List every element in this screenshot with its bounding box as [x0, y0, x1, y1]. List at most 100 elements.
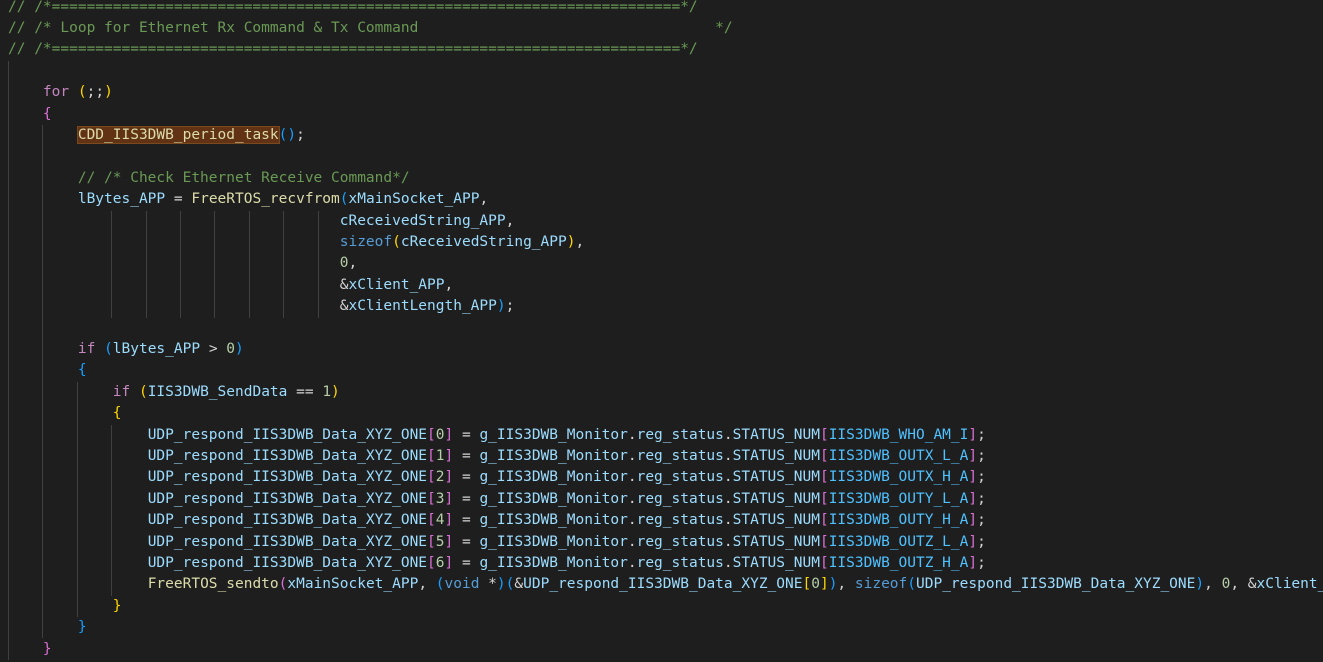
code-token: IIS3DWB_OUTX_H_A [828, 469, 969, 486]
code-line[interactable]: // /* Check Ethernet Receive Command*/ [8, 168, 410, 189]
code-token: 2 [435, 469, 445, 486]
code-token: ; [505, 298, 515, 315]
code-token: STATUS_NUM [732, 554, 820, 571]
code-line[interactable]: &xClient_APP, [8, 275, 454, 296]
code-line[interactable]: sizeof(cReceivedString_APP), [8, 232, 584, 253]
code-token: , & [1230, 576, 1257, 593]
code-line[interactable]: UDP_respond_IIS3DWB_Data_XYZ_ONE[3] = g_… [8, 489, 986, 510]
code-line[interactable]: UDP_respond_IIS3DWB_Data_XYZ_ONE[6] = g_… [8, 553, 986, 574]
code-token: ; [977, 447, 986, 464]
code-line[interactable]: UDP_respond_IIS3DWB_Data_XYZ_ONE[0] = g_… [8, 425, 986, 446]
code-line[interactable]: 0, [8, 253, 357, 274]
code-token: { [42, 105, 52, 122]
code-token: ) [235, 340, 244, 357]
code-token: // /*===================================… [8, 0, 698, 15]
code-token: = [453, 490, 480, 507]
code-token: ] [968, 426, 978, 443]
code-token: UDP_respond_IIS3DWB_Data_XYZ_ONE [916, 576, 1196, 593]
code-token: IIS3DWB_OUTZ_H_A [828, 554, 969, 571]
code-token: ; [977, 426, 986, 443]
code-token: & [8, 298, 349, 315]
code-token: . [627, 554, 637, 571]
code-line[interactable]: UDP_respond_IIS3DWB_Data_XYZ_ONE[4] = g_… [8, 510, 986, 531]
code-token: ] [968, 447, 978, 464]
code-token: & [8, 276, 349, 293]
code-token: ] [444, 426, 454, 443]
code-line[interactable]: if (lBytes_APP > 0) [8, 339, 244, 360]
code-token: [ [427, 469, 436, 486]
code-line[interactable]: cReceivedString_APP, [8, 211, 515, 232]
code-line[interactable]: UDP_respond_IIS3DWB_Data_XYZ_ONE[2] = g_… [8, 467, 986, 488]
code-token: , [348, 255, 358, 272]
code-editor[interactable]: // /*===================================… [0, 0, 1323, 662]
code-token: STATUS_NUM [732, 447, 820, 464]
code-token: } [42, 640, 52, 657]
code-line[interactable]: } [8, 617, 87, 638]
code-token: [ [819, 554, 829, 571]
code-token: ] [444, 533, 454, 550]
code-token: . [723, 490, 733, 507]
code-token: = [453, 426, 480, 443]
code-token: [ [819, 447, 829, 464]
code-token: = [165, 191, 192, 208]
code-token: sizeof [339, 233, 393, 250]
code-token: [ [819, 490, 829, 507]
code-line[interactable]: // /*===================================… [8, 0, 698, 18]
code-line[interactable]: // /*===================================… [8, 39, 698, 60]
code-line[interactable]: &xClientLength_APP); [8, 296, 515, 317]
code-token: reg_status [636, 554, 724, 571]
code-token: 0 [226, 340, 236, 357]
code-token: g_IIS3DWB_Monitor [479, 447, 628, 464]
code-token: . [627, 469, 637, 486]
code-token: 0 [1221, 576, 1231, 593]
code-token: [ [427, 533, 436, 550]
code-token: reg_status [636, 512, 724, 529]
code-token: xMainSocket_APP [348, 191, 480, 208]
code-line[interactable]: for (;;) [8, 82, 113, 103]
code-token: ] [968, 533, 978, 550]
code-token: 5 [435, 533, 445, 550]
code-token: // /* Loop for Ethernet Rx Command & Tx … [8, 19, 733, 36]
code-token: ; [977, 533, 986, 550]
code-token: lBytes_APP [77, 191, 166, 208]
code-token: , [418, 576, 436, 593]
code-token: . [723, 426, 733, 443]
code-line[interactable]: UDP_respond_IIS3DWB_Data_XYZ_ONE[5] = g_… [8, 532, 986, 553]
code-line[interactable]: lBytes_APP = FreeRTOS_recvfrom(xMainSock… [8, 189, 488, 210]
code-token: for [42, 84, 70, 101]
code-token: IIS3DWB_WHO_AM_I [828, 426, 969, 443]
code-token: . [627, 512, 637, 529]
code-token: , [479, 191, 489, 208]
code-token: sizeof [854, 576, 908, 593]
code-token: g_IIS3DWB_Monitor [479, 554, 628, 571]
code-line[interactable]: // /* Loop for Ethernet Rx Command & Tx … [8, 18, 733, 39]
code-line[interactable]: CDD_IIS3DWB_period_task(); [8, 125, 305, 146]
code-token: g_IIS3DWB_Monitor [479, 533, 628, 550]
code-token: ;; [86, 84, 105, 101]
code-token: ( [339, 191, 349, 208]
code-token: reg_status [636, 469, 724, 486]
code-line[interactable]: { [8, 104, 52, 125]
code-token: 4 [435, 512, 445, 529]
code-line[interactable]: if (IIS3DWB_SendData == 1) [8, 382, 340, 403]
code-line[interactable]: FreeRTOS_sendto(xMainSocket_APP, (void *… [8, 574, 1323, 595]
code-token: cReceivedString_APP [400, 233, 567, 250]
code-line[interactable]: { [8, 403, 122, 424]
code-line[interactable]: { [8, 360, 87, 381]
code-token: ; [977, 512, 986, 529]
code-token: ) [496, 298, 506, 315]
code-line[interactable]: } [8, 596, 122, 617]
code-token: . [627, 533, 637, 550]
code-token: xMainSocket_APP [287, 576, 419, 593]
code-line[interactable]: UDP_respond_IIS3DWB_Data_XYZ_ONE[1] = g_… [8, 446, 986, 467]
code-token: ; [977, 554, 986, 571]
code-line[interactable]: } [8, 639, 52, 660]
